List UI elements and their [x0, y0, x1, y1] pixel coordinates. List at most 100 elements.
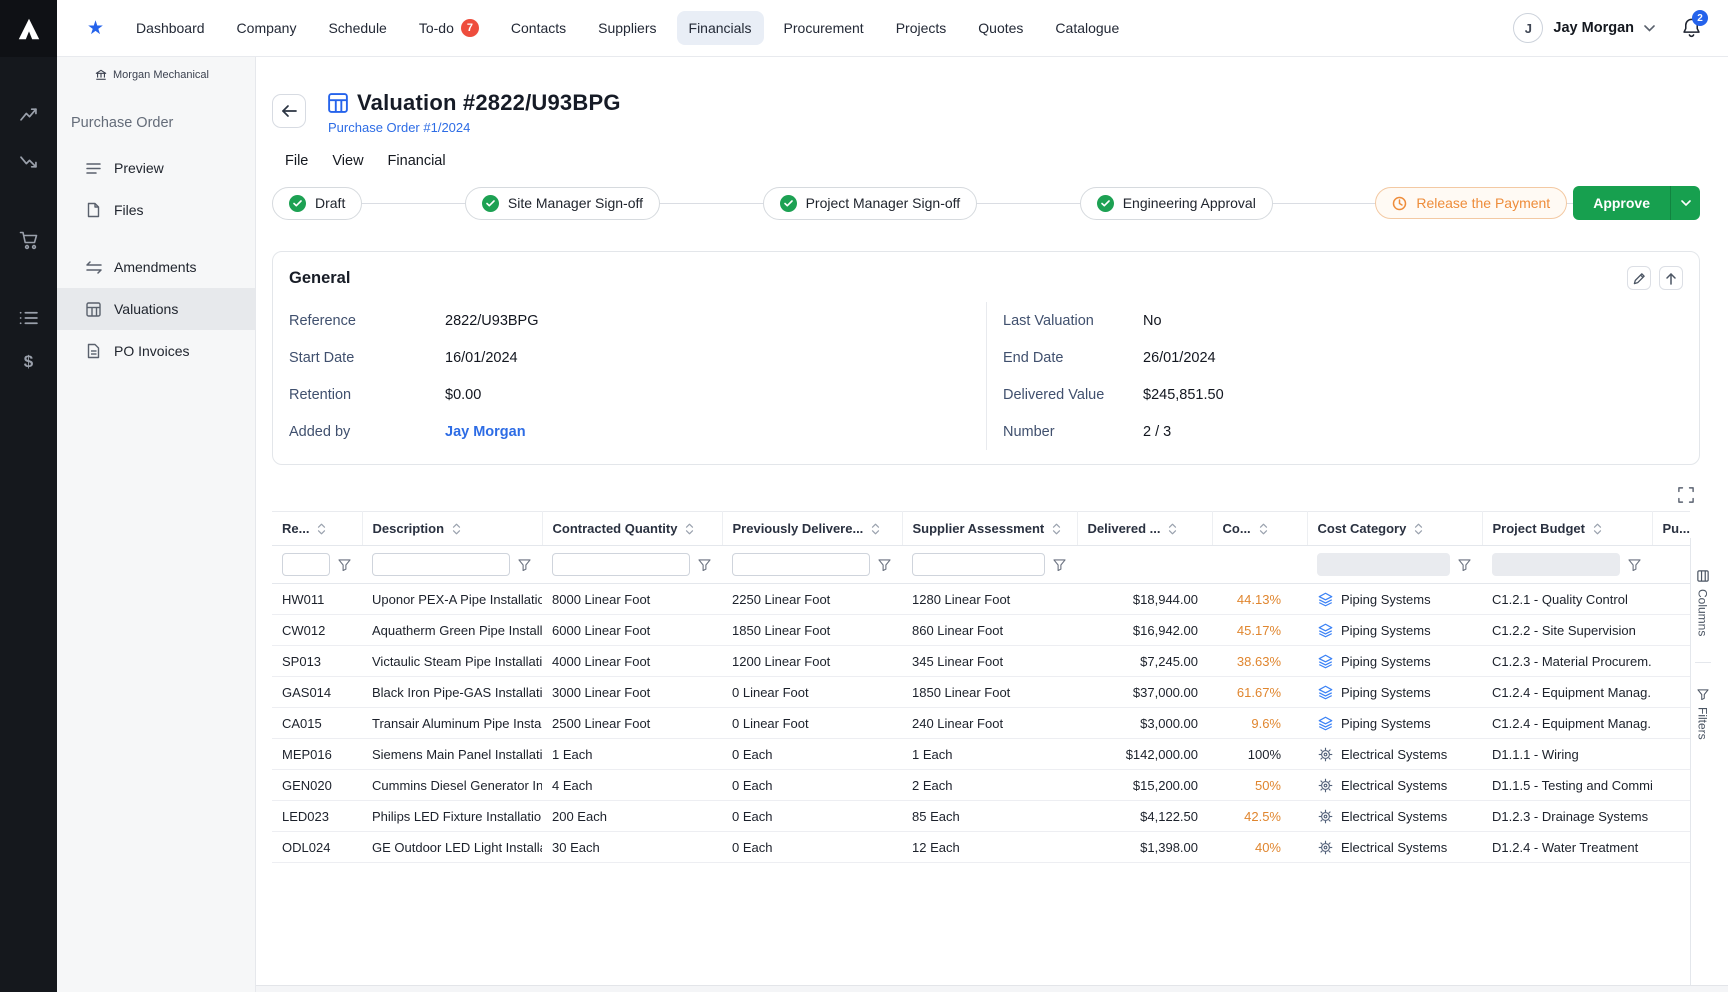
sort-icon[interactable]	[1414, 523, 1423, 535]
sort-icon[interactable]	[685, 523, 694, 535]
cell-cost-category: Piping Systems	[1307, 677, 1482, 708]
columns-panel-tab[interactable]: Columns	[1696, 566, 1710, 640]
cell-completed-percent: 45.17%	[1212, 615, 1307, 646]
nav-item-label: Schedule	[328, 20, 386, 36]
column-header-previously-delivered[interactable]: Previously Delivere...	[722, 512, 902, 546]
table-row[interactable]: MEP016 Siemens Main Panel Installation 1…	[272, 739, 1690, 770]
table-row[interactable]: HW011 Uponor PEX-A Pipe Installation ( 8…	[272, 584, 1690, 615]
sidebar-item-valuations[interactable]: Valuations	[57, 288, 255, 330]
nav-item[interactable]: Dashboard	[124, 11, 217, 45]
list-icon[interactable]	[18, 307, 40, 329]
table-row[interactable]: CW012 Aquatherm Green Pipe Installati 60…	[272, 615, 1690, 646]
sidebar-item-po-invoices[interactable]: PO Invoices	[57, 330, 255, 372]
sidebar-item-amendments[interactable]: Amendments	[57, 246, 255, 288]
funnel-icon[interactable]	[1456, 557, 1472, 573]
table-row[interactable]: CA015 Transair Aluminum Pipe Installa 25…	[272, 708, 1690, 739]
cell-project-budget: D1.2.3 - Drainage Systems	[1482, 801, 1652, 832]
sidebar-item-preview[interactable]: Preview	[57, 147, 255, 189]
cell-description: Philips LED Fixture Installation o	[362, 801, 542, 832]
trending-up-icon[interactable]	[18, 103, 40, 125]
table-row[interactable]: LED023 Philips LED Fixture Installation …	[272, 801, 1690, 832]
sort-icon[interactable]	[452, 523, 461, 535]
nav-item-label: Catalogue	[1055, 20, 1119, 36]
filter-select-project-budget[interactable]	[1492, 553, 1620, 576]
column-header-completed[interactable]: Co...	[1212, 512, 1307, 546]
column-header-contracted-quantity[interactable]: Contracted Quantity	[542, 512, 722, 546]
cell-description: Victaulic Steam Pipe Installatior	[362, 646, 542, 677]
nav-item[interactable]: Financials	[677, 11, 764, 45]
filter-select-cost-category[interactable]	[1317, 553, 1450, 576]
column-header-reference[interactable]: Re...	[272, 512, 362, 546]
nav-item[interactable]: Quotes	[966, 11, 1035, 45]
column-header-description[interactable]: Description	[362, 512, 542, 546]
filter-input-previously-delivered[interactable]	[732, 553, 870, 576]
table-row[interactable]: SP013 Victaulic Steam Pipe Installatior …	[272, 646, 1690, 677]
funnel-icon[interactable]	[336, 557, 352, 573]
app-logo[interactable]	[0, 0, 57, 57]
nav-item[interactable]: Contacts	[499, 11, 578, 45]
purchase-order-link[interactable]: Purchase Order #1/2024	[328, 120, 470, 135]
step-site-manager-signoff[interactable]: Site Manager Sign-off	[465, 187, 660, 220]
favorite-star-icon[interactable]: ★	[87, 19, 104, 38]
nav-item[interactable]: Suppliers	[586, 11, 668, 45]
expand-table-button[interactable]	[1676, 485, 1696, 505]
approve-options-chevron[interactable]	[1670, 186, 1700, 220]
dollar-icon[interactable]: $	[18, 351, 40, 373]
column-header-supplier-assessment[interactable]: Supplier Assessment	[902, 512, 1077, 546]
step-project-manager-signoff[interactable]: Project Manager Sign-off	[763, 187, 978, 220]
avatar[interactable]: J	[1513, 13, 1543, 43]
sort-icon[interactable]	[1593, 523, 1602, 535]
user-menu-chevron-icon[interactable]	[1644, 25, 1655, 32]
sort-icon[interactable]	[1259, 523, 1268, 535]
filter-input-reference[interactable]	[282, 553, 330, 576]
collapse-button[interactable]	[1659, 266, 1683, 290]
funnel-icon[interactable]	[1626, 557, 1642, 573]
back-button[interactable]	[272, 94, 306, 128]
menu-file[interactable]: File	[285, 153, 308, 169]
table-row[interactable]: GEN020 Cummins Diesel Generator Insta 4 …	[272, 770, 1690, 801]
notifications-button[interactable]: 2	[1681, 17, 1702, 39]
cart-icon[interactable]	[18, 229, 40, 251]
trending-down-icon[interactable]	[18, 151, 40, 173]
step-engineering-approval[interactable]: Engineering Approval	[1080, 187, 1273, 220]
menu-financial[interactable]: Financial	[388, 153, 446, 169]
column-header-project-budget[interactable]: Project Budget	[1482, 512, 1652, 546]
filter-input-contracted-quantity[interactable]	[552, 553, 690, 576]
nav-item[interactable]: Company	[225, 11, 309, 45]
nav-item[interactable]: Projects	[884, 11, 959, 45]
org-breadcrumb[interactable]: Morgan Mechanical	[57, 57, 255, 81]
menu-view[interactable]: View	[332, 153, 363, 169]
filter-input-description[interactable]	[372, 553, 510, 576]
cell-reference: CA015	[272, 708, 362, 739]
sort-icon[interactable]	[871, 523, 880, 535]
funnel-icon[interactable]	[876, 557, 892, 573]
funnel-icon[interactable]	[516, 557, 532, 573]
nav-item[interactable]: Procurement	[772, 11, 876, 45]
user-name[interactable]: Jay Morgan	[1553, 20, 1634, 36]
sort-icon[interactable]	[1168, 523, 1177, 535]
cost-category-label: Electrical Systems	[1341, 747, 1447, 762]
funnel-icon[interactable]	[1051, 557, 1067, 573]
sort-icon[interactable]	[1052, 523, 1061, 535]
cell-supplier-assessment: 85 Each	[902, 801, 1077, 832]
added-by-user-link[interactable]: Jay Morgan	[445, 424, 526, 440]
sort-icon[interactable]	[317, 523, 326, 535]
sidebar-item-files[interactable]: Files	[57, 189, 255, 231]
funnel-icon[interactable]	[696, 557, 712, 573]
nav-item[interactable]: To-do 7	[407, 10, 491, 46]
step-draft[interactable]: Draft	[272, 187, 362, 220]
filters-panel-tab[interactable]: Filters	[1696, 685, 1710, 744]
column-header-cost-category[interactable]: Cost Category	[1307, 512, 1482, 546]
nav-item[interactable]: Catalogue	[1043, 11, 1131, 45]
table-row[interactable]: GAS014 Black Iron Pipe-GAS Installation …	[272, 677, 1690, 708]
approve-button[interactable]: Approve	[1573, 186, 1670, 220]
filter-input-supplier-assessment[interactable]	[912, 553, 1045, 576]
column-header-delivered[interactable]: Delivered ...	[1077, 512, 1212, 546]
sidebar-item-label: Amendments	[114, 259, 196, 275]
step-release-the-payment[interactable]: Release the Payment	[1375, 187, 1567, 219]
table-row[interactable]: ODL024 GE Outdoor LED Light Installatic …	[272, 832, 1690, 863]
nav-item[interactable]: Schedule	[316, 11, 398, 45]
edit-button[interactable]	[1627, 266, 1651, 290]
column-header-purchase[interactable]: Pu...	[1652, 512, 1690, 546]
nav-item-label: Company	[237, 20, 297, 36]
